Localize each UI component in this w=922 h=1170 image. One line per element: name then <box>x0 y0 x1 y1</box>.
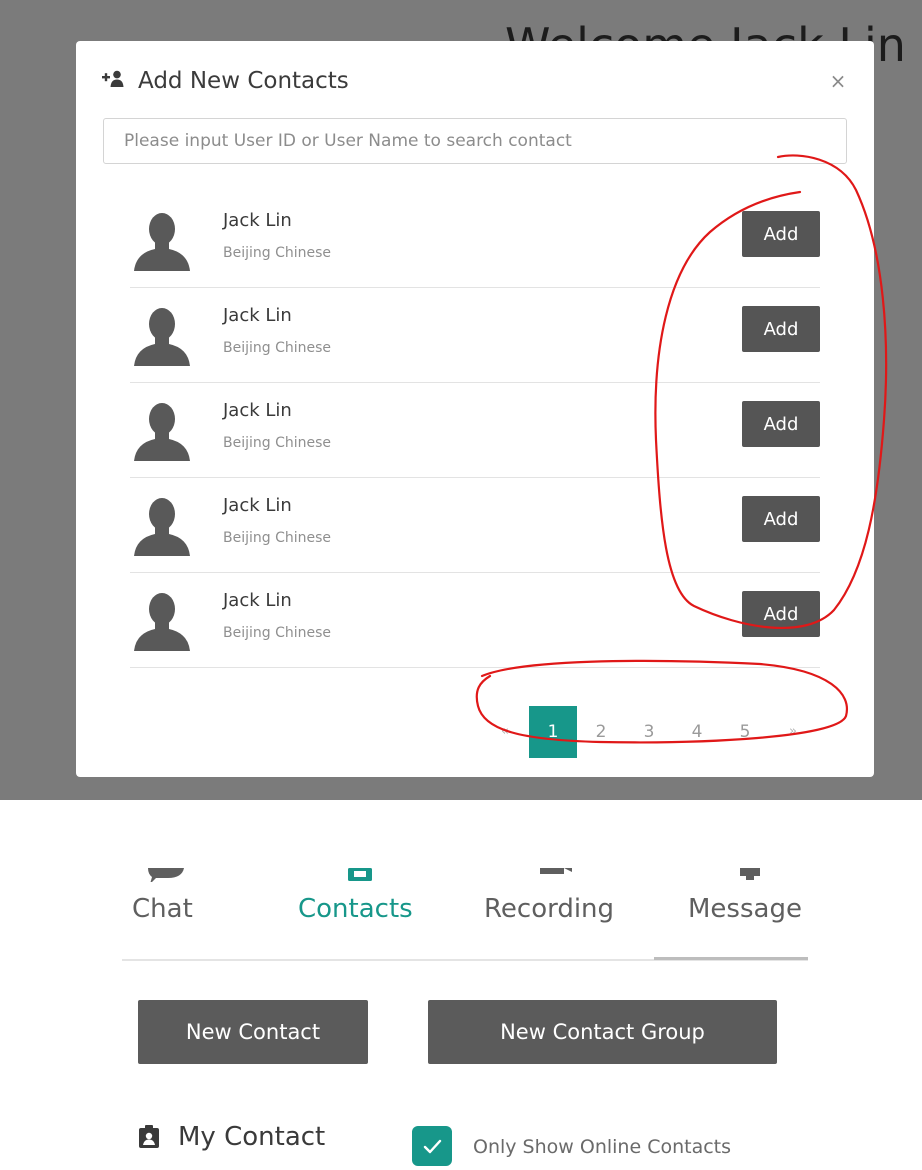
list-item: Jack Lin Beijing Chinese Add <box>130 478 820 573</box>
avatar <box>134 498 190 556</box>
contact-results-list: Jack Lin Beijing Chinese Add Jack Lin Be… <box>130 193 820 668</box>
contact-name: Jack Lin <box>223 305 292 326</box>
chat-bubble-icon <box>148 868 184 882</box>
contact-name: Jack Lin <box>223 400 292 421</box>
close-icon[interactable]: × <box>828 71 848 91</box>
my-contact-label: My Contact <box>178 1122 326 1152</box>
add-contact-button[interactable]: Add <box>742 306 820 352</box>
only-online-label: Only Show Online Contacts <box>473 1136 732 1158</box>
pagination-prev[interactable]: « <box>481 706 529 758</box>
tab-message[interactable]: Message <box>688 894 802 924</box>
tab-chat[interactable]: Chat <box>132 894 193 924</box>
pagination-page-1[interactable]: 1 <box>529 706 577 758</box>
my-contact-heading: My Contact <box>138 1122 325 1152</box>
modal-header: Add New Contacts <box>102 63 349 99</box>
new-contact-button[interactable]: New Contact <box>138 1000 368 1064</box>
contact-location: Beijing Chinese <box>223 625 332 641</box>
checkmark-icon <box>423 1139 442 1154</box>
contact-location: Beijing Chinese <box>223 340 332 356</box>
video-camera-icon <box>540 868 572 874</box>
avatar <box>134 213 190 271</box>
modal-backdrop: Welcome Jack Lin Add New Contacts × <box>0 0 922 800</box>
tab-recording[interactable]: Recording <box>484 894 614 924</box>
only-online-checkbox[interactable] <box>412 1126 452 1166</box>
contact-location: Beijing Chinese <box>223 435 332 451</box>
add-contact-button[interactable]: Add <box>742 496 820 542</box>
add-contact-button[interactable]: Add <box>742 591 820 637</box>
tab-contacts[interactable]: Contacts <box>298 894 413 924</box>
modal-title: Add New Contacts <box>138 68 349 94</box>
contact-location: Beijing Chinese <box>223 245 332 261</box>
contact-name: Jack Lin <box>223 495 292 516</box>
avatar <box>134 593 190 651</box>
list-item: Jack Lin Beijing Chinese Add <box>130 193 820 288</box>
avatar <box>134 403 190 461</box>
pagination-page-5[interactable]: 5 <box>721 706 769 758</box>
list-item: Jack Lin Beijing Chinese Add <box>130 573 820 668</box>
add-person-icon <box>102 70 124 92</box>
contacts-panel: Chat Contacts Recording Message New Cont… <box>0 800 922 1170</box>
bell-icon <box>740 868 760 880</box>
avatar <box>134 308 190 366</box>
new-contact-group-button[interactable]: New Contact Group <box>428 1000 777 1064</box>
pagination-page-2[interactable]: 2 <box>577 706 625 758</box>
contact-name: Jack Lin <box>223 590 292 611</box>
list-item: Jack Lin Beijing Chinese Add <box>130 383 820 478</box>
contact-card-icon <box>348 868 372 881</box>
list-item: Jack Lin Beijing Chinese Add <box>130 288 820 383</box>
pagination: « 1 2 3 4 5 » <box>481 706 817 758</box>
pagination-next[interactable]: » <box>769 706 817 758</box>
id-badge-icon <box>139 1125 159 1148</box>
tab-hover-underline <box>654 957 808 960</box>
contact-name: Jack Lin <box>223 210 292 231</box>
pagination-page-4[interactable]: 4 <box>673 706 721 758</box>
search-input[interactable] <box>103 118 847 164</box>
add-contact-button[interactable]: Add <box>742 401 820 447</box>
pagination-page-3[interactable]: 3 <box>625 706 673 758</box>
contact-location: Beijing Chinese <box>223 530 332 546</box>
add-contact-button[interactable]: Add <box>742 211 820 257</box>
add-contacts-modal: Add New Contacts × Jack Lin Beijing Chin… <box>76 41 874 777</box>
